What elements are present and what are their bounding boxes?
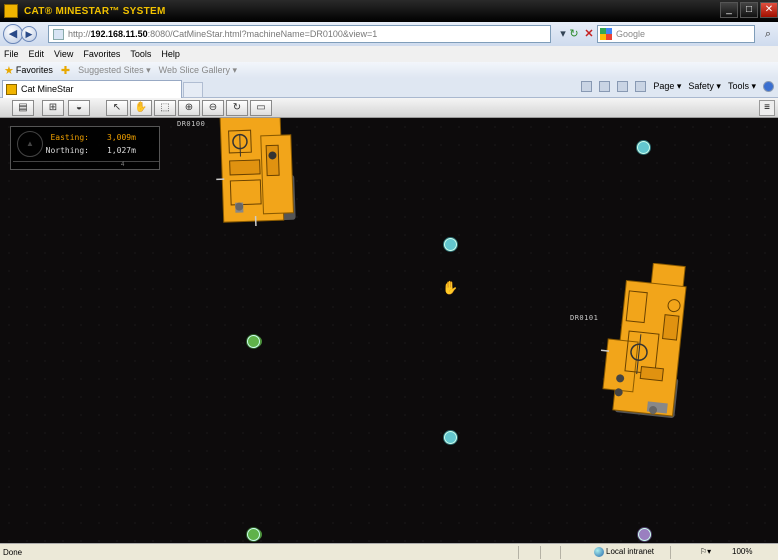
map-marker[interactable] — [444, 431, 457, 444]
search-icon[interactable]: ⌕ — [760, 26, 776, 42]
map-marker[interactable] — [637, 141, 650, 154]
map-toolbar: ▤ ⊞ ◒ ↖ ✋ ⬚ ⊕ ⊖ ↻ ▭ ≡ — [0, 98, 778, 118]
address-bar: ◀ ▶ http:// 192.168.11.50 :8080/CatMineS… — [0, 22, 778, 46]
status-divider — [670, 546, 671, 559]
url-input[interactable]: http:// 192.168.11.50 :8080/CatMineStar.… — [48, 25, 551, 43]
safety-menu[interactable]: Safety ▾ — [688, 81, 721, 92]
refresh-icon[interactable]: ↻ — [566, 26, 582, 42]
menu-tools[interactable]: Tools — [130, 49, 151, 59]
strip-value: 4 — [121, 162, 125, 168]
machine-label-dr0100: DR0100 — [177, 120, 206, 128]
map-canvas[interactable]: ▲ Easting: 3,009m Northing: 1,027m 4 DR0… — [0, 118, 778, 543]
menu-edit[interactable]: Edit — [29, 49, 45, 59]
google-icon — [600, 28, 612, 40]
zoom-box-icon[interactable]: ⬚ — [154, 100, 176, 116]
intranet-globe-icon — [594, 547, 604, 557]
back-button[interactable]: ◀ — [3, 24, 23, 44]
zoom-in-icon[interactable]: ⊕ — [178, 100, 200, 116]
window-controls: _ □ ✕ — [720, 2, 778, 18]
stop-icon[interactable]: ✕ — [581, 26, 597, 42]
page-menu[interactable]: Page ▾ — [653, 81, 681, 92]
url-host: 192.168.11.50 — [90, 29, 148, 39]
search-placeholder: Google — [616, 29, 646, 39]
suggested-sites-link[interactable]: Suggested Sites ▾ — [78, 65, 151, 76]
add-favorite-icon[interactable]: ✚ — [61, 64, 70, 77]
machine-dr0100[interactable] — [212, 118, 302, 226]
status-divider — [560, 546, 561, 559]
grid-icon[interactable]: ⊞ — [42, 100, 64, 116]
new-tab-button[interactable] — [183, 82, 203, 98]
favorites-star-icon: ★ — [4, 64, 14, 77]
hand-icon[interactable]: ✋ — [130, 100, 152, 116]
title-bar: CAT® MINESTAR™ SYSTEM _ □ ✕ — [0, 0, 778, 22]
feeds-icon[interactable] — [599, 81, 611, 92]
easting-value: 3,009m — [107, 133, 136, 142]
northing-value: 1,027m — [107, 146, 136, 155]
map-marker[interactable] — [247, 528, 260, 541]
map-marker[interactable] — [444, 238, 457, 251]
status-divider — [518, 546, 519, 559]
refresh-view-icon[interactable]: ↻ — [226, 100, 248, 116]
status-bar: Done Local intranet ⚐▾ 100% — [0, 543, 778, 560]
protected-mode-icon[interactable]: ⚐▾ — [700, 547, 711, 556]
security-zone: Local intranet — [606, 547, 655, 556]
scale-strip: 4 — [13, 161, 159, 169]
pointer-icon[interactable]: ↖ — [106, 100, 128, 116]
window-title: CAT® MINESTAR™ SYSTEM — [24, 5, 166, 17]
favorites-button[interactable]: Favorites — [16, 65, 53, 75]
command-bar: Page ▾ Safety ▾ Tools ▾ — [581, 81, 774, 92]
close-button[interactable]: ✕ — [760, 2, 778, 18]
print-icon[interactable] — [635, 81, 647, 92]
tab-bar: Cat MineStar Page ▾ Safety ▾ Tools ▾ — [0, 78, 778, 98]
url-path: :8080/CatMineStar.html?machineName=DR010… — [147, 29, 378, 39]
status-divider — [540, 546, 541, 559]
forward-button[interactable]: ▶ — [21, 26, 37, 42]
zoom-out-icon[interactable]: ⊖ — [202, 100, 224, 116]
tab-favicon-icon — [6, 84, 17, 95]
help-icon[interactable] — [763, 81, 774, 92]
machine-dr0101[interactable] — [600, 263, 695, 423]
cat-logo-icon — [4, 4, 18, 18]
url-prefix: http:// — [68, 29, 91, 39]
minimize-button[interactable]: _ — [720, 2, 738, 18]
mail-icon[interactable] — [617, 81, 629, 92]
tab-cat-minestar[interactable]: Cat MineStar — [2, 80, 182, 98]
search-input[interactable]: Google — [597, 25, 755, 43]
zoom-level[interactable]: 100% — [732, 547, 752, 556]
map-marker[interactable] — [638, 528, 651, 541]
easting-label: Easting: — [50, 133, 89, 142]
favorites-bar: ★ Favorites ✚ Suggested Sites ▾ Web Slic… — [0, 62, 778, 78]
layers-icon[interactable]: ◒ — [68, 100, 90, 116]
machine-label-dr0101: DR0101 — [570, 314, 599, 322]
web-slice-gallery-link[interactable]: Web Slice Gallery ▾ — [159, 65, 237, 76]
map-marker[interactable] — [247, 335, 260, 348]
coordinate-readout: ▲ Easting: 3,009m Northing: 1,027m 4 — [10, 126, 160, 170]
menu-favorites[interactable]: Favorites — [83, 49, 120, 59]
tab-label: Cat MineStar — [21, 84, 74, 94]
maximize-button[interactable]: □ — [740, 2, 758, 18]
hand-cursor-icon: ✋ — [442, 280, 459, 295]
ruler-icon[interactable]: ▭ — [250, 100, 272, 116]
northing-label: Northing: — [45, 146, 89, 155]
tools-menu[interactable]: Tools ▾ — [728, 81, 756, 92]
menu-view[interactable]: View — [54, 49, 73, 59]
hamburger-menu-icon[interactable]: ≡ — [759, 100, 775, 116]
menu-help[interactable]: Help — [161, 49, 180, 59]
status-text: Done — [3, 547, 23, 557]
menu-bar: File Edit View Favorites Tools Help — [0, 46, 778, 62]
home-icon[interactable] — [581, 81, 593, 92]
page-icon — [53, 28, 64, 40]
menu-file[interactable]: File — [4, 49, 19, 59]
document-icon[interactable]: ▤ — [12, 100, 34, 116]
